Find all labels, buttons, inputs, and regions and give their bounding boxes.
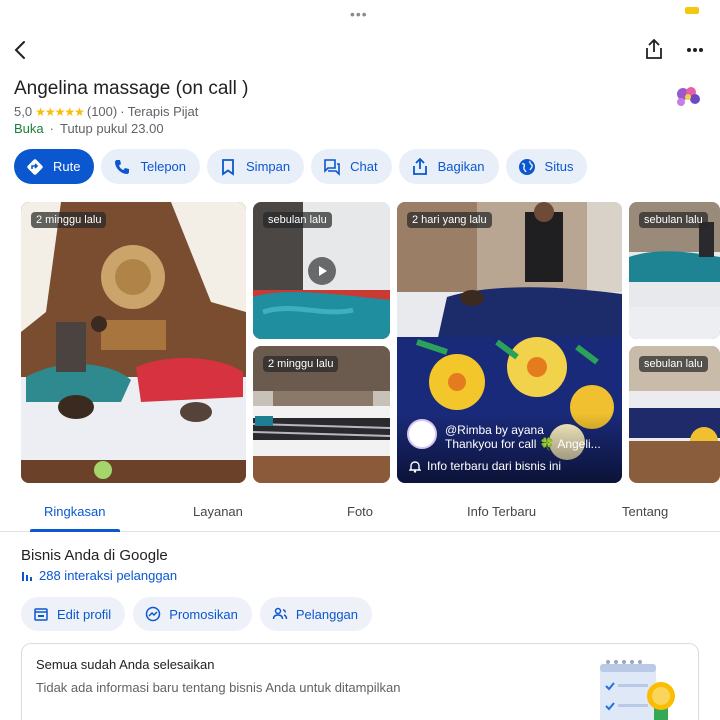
- directions-label: Rute: [53, 159, 81, 174]
- interaction-stat-link[interactable]: 288 interaksi pelanggan: [21, 568, 177, 583]
- call-button[interactable]: Telepon: [101, 149, 201, 184]
- photo-date-badge: sebulan lalu: [639, 212, 708, 228]
- phone-icon: [115, 159, 130, 174]
- video-thumbnail[interactable]: sebulan lalu: [253, 202, 390, 339]
- save-button[interactable]: Simpan: [207, 149, 305, 184]
- separator: ·: [49, 121, 54, 136]
- photo-date-badge: sebulan lalu: [639, 356, 708, 372]
- more-options-button[interactable]: [684, 40, 706, 60]
- review-count: (100): [86, 104, 118, 119]
- promote-label: Promosikan: [169, 606, 238, 622]
- photo-thumbnail[interactable]: sebulan lalu: [629, 202, 720, 339]
- save-label: Simpan: [246, 159, 291, 174]
- closing-time: Tutup pukul 23.00: [59, 121, 164, 136]
- customers-button[interactable]: Pelanggan: [259, 597, 373, 631]
- edit-profile-label: Edit profil: [57, 606, 112, 622]
- tab-overview[interactable]: Ringkasan: [44, 504, 105, 519]
- interaction-stat-label: 288 interaksi pelanggan: [39, 568, 178, 583]
- share-button[interactable]: [644, 38, 666, 62]
- business-logo[interactable]: [668, 80, 706, 114]
- share-label: Bagikan: [437, 159, 485, 174]
- rating-value: 5,0: [14, 104, 33, 119]
- battery-indicator: [685, 7, 699, 14]
- bookmark-icon: [222, 158, 234, 176]
- flower-logo-icon: [677, 87, 700, 106]
- business-section-title: Bisnis Anda di Google: [21, 547, 168, 564]
- card-subtitle: Tidak ada informasi baru tentang bisnis …: [36, 680, 401, 695]
- photo-thumbnail[interactable]: 2 minggu lalu: [21, 202, 246, 483]
- chat-button[interactable]: Chat: [311, 149, 392, 184]
- edit-profile-button[interactable]: Edit profil: [21, 597, 126, 631]
- people-icon: [272, 607, 288, 620]
- chevron-left-icon: [14, 41, 25, 59]
- separator: ·: [120, 104, 125, 119]
- rating-row[interactable]: 5,0 ★★★★★ (100) · Terapis Pijat: [14, 104, 198, 119]
- update-post-thumbnail[interactable]: 2 hari yang lalu @Rimba by ayana Thankyo…: [397, 202, 622, 483]
- star-rating-icon: ★★★★★: [35, 104, 85, 119]
- tab-photos[interactable]: Foto: [347, 504, 373, 519]
- tab-bar: Ringkasan Layanan Foto Info Terbaru Tent…: [0, 496, 720, 532]
- share-icon: [412, 157, 427, 175]
- active-tab-indicator: [30, 529, 120, 532]
- storefront-icon: [34, 608, 48, 621]
- post-info-label: Info terbaru dari bisnis ini: [427, 459, 562, 473]
- play-icon: [319, 266, 327, 276]
- chat-icon: [324, 158, 340, 176]
- website-button[interactable]: Situs: [505, 149, 588, 184]
- photo-date-badge: 2 minggu lalu: [31, 212, 107, 228]
- category: Terapis Pijat: [127, 104, 199, 119]
- directions-button[interactable]: Rute: [14, 149, 95, 184]
- website-label: Situs: [544, 159, 574, 174]
- photo-thumbnail[interactable]: 2 minggu lalu: [253, 346, 390, 483]
- photo-date-badge: 2 minggu lalu: [263, 356, 339, 372]
- status-card: Semua sudah Anda selesaikan Tidak ada in…: [21, 643, 699, 720]
- trending-icon: [145, 606, 161, 622]
- back-button[interactable]: [10, 38, 30, 62]
- tab-services[interactable]: Layanan: [193, 504, 243, 519]
- action-chips: Rute Telepon Simpan Chat Bagikan Situs: [14, 149, 588, 184]
- customers-label: Pelanggan: [295, 606, 359, 622]
- hours-row[interactable]: Buka · Tutup pukul 23.00: [14, 121, 164, 136]
- post-text: Thankyou for call 🍀 Angeli...: [445, 437, 601, 451]
- share-chip-button[interactable]: Bagikan: [398, 149, 499, 184]
- bedroom-photo-illustration: [21, 202, 246, 483]
- place-title: Angelina massage (on call ): [14, 78, 249, 99]
- more-horizontal-icon: [687, 48, 703, 52]
- business-actions: Edit profil Promosikan Pelanggan: [21, 597, 373, 631]
- tab-about[interactable]: Tentang: [622, 504, 668, 519]
- bar-chart-icon: [22, 572, 32, 581]
- tab-updates[interactable]: Info Terbaru: [467, 504, 536, 519]
- photo-thumbnail[interactable]: sebulan lalu: [629, 346, 720, 483]
- photo-date-badge: sebulan lalu: [263, 212, 332, 228]
- open-status: Buka: [14, 121, 44, 136]
- call-label: Telepon: [140, 159, 187, 174]
- post-author: @Rimba by ayana: [445, 423, 544, 437]
- promote-button[interactable]: Promosikan: [133, 597, 252, 631]
- share-icon: [646, 38, 662, 59]
- checklist-award-icon: [600, 660, 675, 720]
- post-info: Info terbaru dari bisnis ini: [409, 459, 561, 473]
- card-title: Semua sudah Anda selesaikan: [36, 657, 215, 672]
- photo-gallery[interactable]: 2 minggu lalu sebulan lalu 2 minggu lalu…: [21, 202, 720, 483]
- play-button[interactable]: [308, 257, 336, 285]
- post-avatar: [407, 419, 437, 449]
- bell-icon: [409, 460, 421, 473]
- chat-label: Chat: [350, 159, 378, 174]
- multitask-dots[interactable]: •••: [350, 6, 368, 22]
- photo-date-badge: 2 hari yang lalu: [407, 212, 492, 228]
- directions-icon: [27, 158, 43, 175]
- globe-icon: [518, 158, 535, 175]
